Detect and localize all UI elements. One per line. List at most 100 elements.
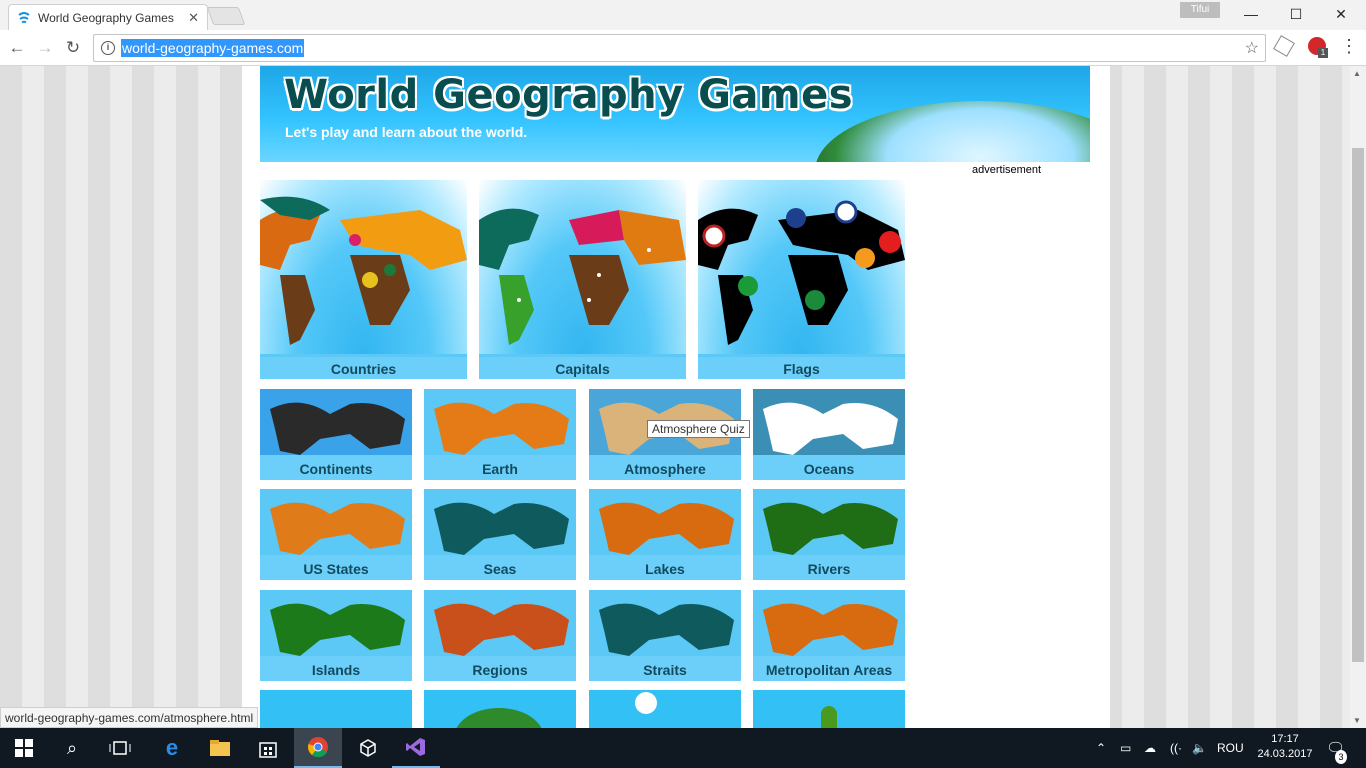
volcano-smoke-icon <box>635 692 657 714</box>
site-subtitle: Let's play and learn about the world. <box>285 124 528 140</box>
game-tile-lakes[interactable]: Lakes <box>589 489 741 580</box>
game-tile-seas[interactable]: Seas <box>424 489 576 580</box>
tab-close-icon[interactable]: ✕ <box>188 10 199 26</box>
page-content: World Geography Games Let's play and lea… <box>242 66 1110 728</box>
game-tile-label: Seas <box>424 555 576 580</box>
browser-titlebar: World Geography Games ✕ Tifui — ☐ ✕ <box>0 0 1366 30</box>
site-title: World Geography Games <box>284 72 854 118</box>
chrome-icon[interactable] <box>294 728 342 768</box>
flags-world-map-icon <box>698 180 905 354</box>
page-viewport: World Geography Games Let's play and lea… <box>0 66 1350 728</box>
game-tile-earth[interactable]: Earth <box>424 389 576 480</box>
language-indicator[interactable]: ROU <box>1217 728 1244 768</box>
game-tile-partial[interactable] <box>424 690 576 728</box>
metropolitan-map-icon <box>753 590 905 656</box>
game-tile-label: Countries <box>260 357 467 379</box>
task-view-icon[interactable] <box>96 728 144 768</box>
file-explorer-icon[interactable] <box>196 728 244 768</box>
game-tile-label: Atmosphere <box>589 455 741 480</box>
game-tile-label: Lakes <box>589 555 741 580</box>
reload-icon[interactable]: ↻ <box>61 36 85 60</box>
new-tab-button[interactable] <box>206 7 246 25</box>
extension-cube-icon[interactable] <box>1273 35 1295 57</box>
game-tile-label: Earth <box>424 455 576 480</box>
game-tile-label: Continents <box>260 455 412 480</box>
active-tab[interactable]: World Geography Games ✕ <box>8 4 208 30</box>
advertisement-label: advertisement <box>972 164 1042 176</box>
browser-toolbar: ← → ↻ i world-geography-games.com ☆ 1 ⋮ <box>0 30 1366 66</box>
bookmark-star-icon[interactable]: ☆ <box>1245 38 1259 58</box>
seas-map-icon <box>424 489 576 555</box>
show-hidden-icons-icon[interactable]: ⌃ <box>1096 728 1106 768</box>
maximize-button[interactable]: ☐ <box>1281 4 1311 24</box>
chrome-menu-icon[interactable]: ⋮ <box>1340 36 1358 57</box>
game-tile-label: Flags <box>698 357 905 379</box>
game-tile-us-states[interactable]: US States <box>260 489 412 580</box>
capitals-world-map-icon <box>479 180 686 354</box>
lakes-map-icon <box>589 489 741 555</box>
info-icon[interactable]: i <box>101 41 115 55</box>
address-bar[interactable]: i world-geography-games.com ☆ <box>93 34 1266 62</box>
straits-map-icon <box>589 590 741 656</box>
visual-studio-icon[interactable] <box>392 728 440 768</box>
profile-button[interactable]: Tifui <box>1180 2 1220 18</box>
link-status-bar: world-geography-games.com/atmosphere.htm… <box>0 707 259 728</box>
game-tile-label: US States <box>260 555 412 580</box>
close-window-button[interactable]: ✕ <box>1326 4 1356 24</box>
mountain-icon <box>454 708 544 728</box>
extension-badge: 1 <box>1318 48 1328 58</box>
battery-icon[interactable]: ▭ <box>1120 728 1131 768</box>
game-tile-capitals[interactable]: Capitals <box>479 180 686 379</box>
game-tile-label: Oceans <box>753 455 905 480</box>
game-tile-flags[interactable]: Flags <box>698 180 905 379</box>
game-tile-partial[interactable] <box>589 690 741 728</box>
game-tile-oceans[interactable]: Oceans <box>753 389 905 480</box>
game-tile-label: Capitals <box>479 357 686 379</box>
game-tile-label: Metropolitan Areas <box>753 656 905 681</box>
edge-browser-icon[interactable]: e <box>148 728 196 768</box>
game-tile-metropolitan-areas[interactable]: Metropolitan Areas <box>753 590 905 681</box>
game-tile-partial[interactable] <box>260 690 412 728</box>
windows-taskbar: ⌕ e ⌃ ▭ ☁ ((· 🔈 ROU 17:17 24.03.2017 🗨 3 <box>0 728 1366 768</box>
forward-arrow-icon[interactable]: → <box>33 36 57 60</box>
game-tile-islands[interactable]: Islands <box>260 590 412 681</box>
back-arrow-icon[interactable]: ← <box>5 36 29 60</box>
notification-count: 3 <box>1335 750 1347 764</box>
wifi-icon[interactable]: ((· <box>1170 728 1182 768</box>
cloud-sync-icon[interactable]: ☁ <box>1144 728 1156 768</box>
political-world-map-icon <box>260 180 467 354</box>
continents-map-icon <box>260 389 412 455</box>
us-states-map-icon <box>260 489 412 555</box>
clock[interactable]: 17:17 24.03.2017 <box>1250 732 1320 762</box>
game-tile-straits[interactable]: Straits <box>589 590 741 681</box>
game-tile-regions[interactable]: Regions <box>424 590 576 681</box>
unity-icon[interactable] <box>344 728 392 768</box>
game-tile-rivers[interactable]: Rivers <box>753 489 905 580</box>
search-icon[interactable]: ⌕ <box>48 728 96 768</box>
cactus-icon <box>821 706 837 728</box>
tab-title: World Geography Games <box>38 10 174 25</box>
scroll-down-icon[interactable]: ▼ <box>1353 716 1361 725</box>
game-tile-label: Straits <box>589 656 741 681</box>
windows-start-icon[interactable] <box>0 728 48 768</box>
site-banner[interactable]: World Geography Games Let's play and lea… <box>260 66 1090 162</box>
vertical-scrollbar[interactable]: ▲ ▼ <box>1350 66 1366 728</box>
store-icon[interactable] <box>244 728 292 768</box>
game-tile-label: Rivers <box>753 555 905 580</box>
volume-icon[interactable]: 🔈 <box>1192 728 1207 768</box>
regions-map-icon <box>424 590 576 656</box>
ocean-map-icon <box>753 389 905 455</box>
url-text[interactable]: world-geography-games.com <box>121 39 305 57</box>
site-favicon-icon <box>18 11 30 23</box>
islands-map-icon <box>260 590 412 656</box>
globe-image <box>815 101 1090 162</box>
scroll-up-icon[interactable]: ▲ <box>1353 69 1361 78</box>
game-tile-partial[interactable] <box>753 690 905 728</box>
game-tile-continents[interactable]: Continents <box>260 389 412 480</box>
earth-layers-icon <box>424 389 576 455</box>
tooltip: Atmosphere Quiz <box>647 420 750 438</box>
game-tile-label: Islands <box>260 656 412 681</box>
game-tile-countries[interactable]: Countries <box>260 180 467 379</box>
minimize-button[interactable]: — <box>1236 4 1266 24</box>
scrollbar-thumb[interactable] <box>1352 148 1364 662</box>
